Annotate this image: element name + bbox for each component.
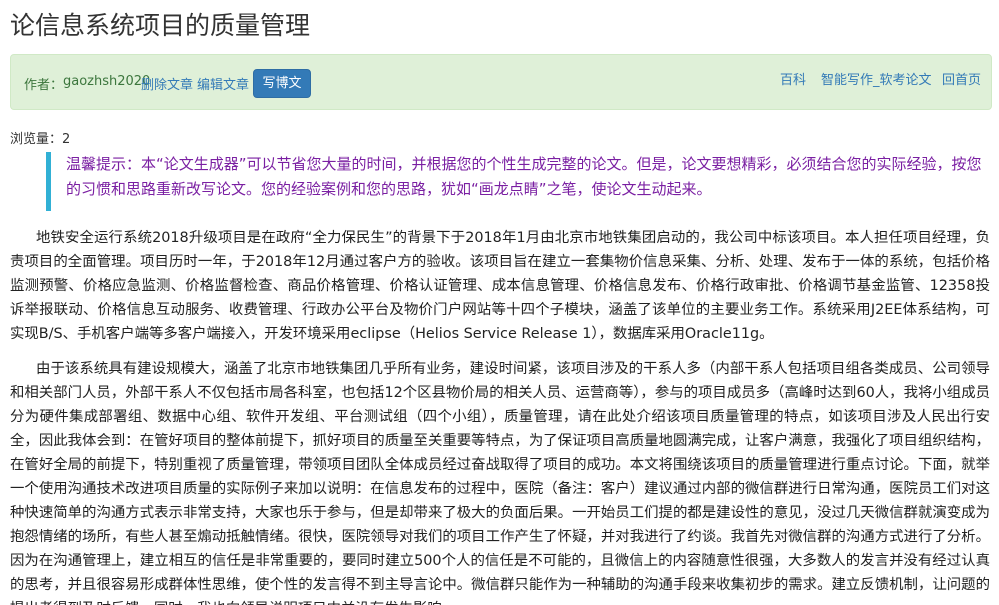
tip-callout: 温馨提示：本“论文生成器”可以节省您大量的时间，并根据您的个性生成完整的论文。但… — [46, 152, 992, 211]
article-body: 地铁安全运行系统2018升级项目是在政府“全力保民生”的背景下于2018年1月由… — [10, 226, 990, 605]
author-name: gaozhsh2020 — [63, 74, 151, 89]
article-paragraph: 由于该系统具有建设规模大，涵盖了北京市地铁集团几乎所有业务，建设时间紧，该项目涉… — [10, 361, 990, 605]
edit-article-link[interactable]: 编辑文章 — [197, 74, 249, 93]
nav-link-ai-writing[interactable]: 智能写作_软考论文 — [821, 69, 932, 88]
write-blog-button[interactable]: 写博文 — [253, 69, 311, 98]
nav-link-home[interactable]: 回首页 — [942, 69, 981, 88]
author-label: 作者： — [24, 78, 64, 93]
nav-link-baike[interactable]: 百科 — [780, 69, 806, 88]
article-paragraph: 地铁安全运行系统2018升级项目是在政府“全力保民生”的背景下于2018年1月由… — [10, 230, 990, 342]
view-count: 浏览量：2 — [10, 132, 71, 147]
tip-text: 温馨提示：本“论文生成器”可以节省您大量的时间，并根据您的个性生成完整的论文。但… — [66, 155, 982, 198]
delete-article-link[interactable]: 删除文章 — [141, 74, 193, 93]
page-title: 论信息系统项目的质量管理 — [10, 11, 311, 40]
article-toolbar: 作者： gaozhsh2020 删除文章 编辑文章 写博文 百科 智能写作_软考… — [10, 54, 992, 110]
